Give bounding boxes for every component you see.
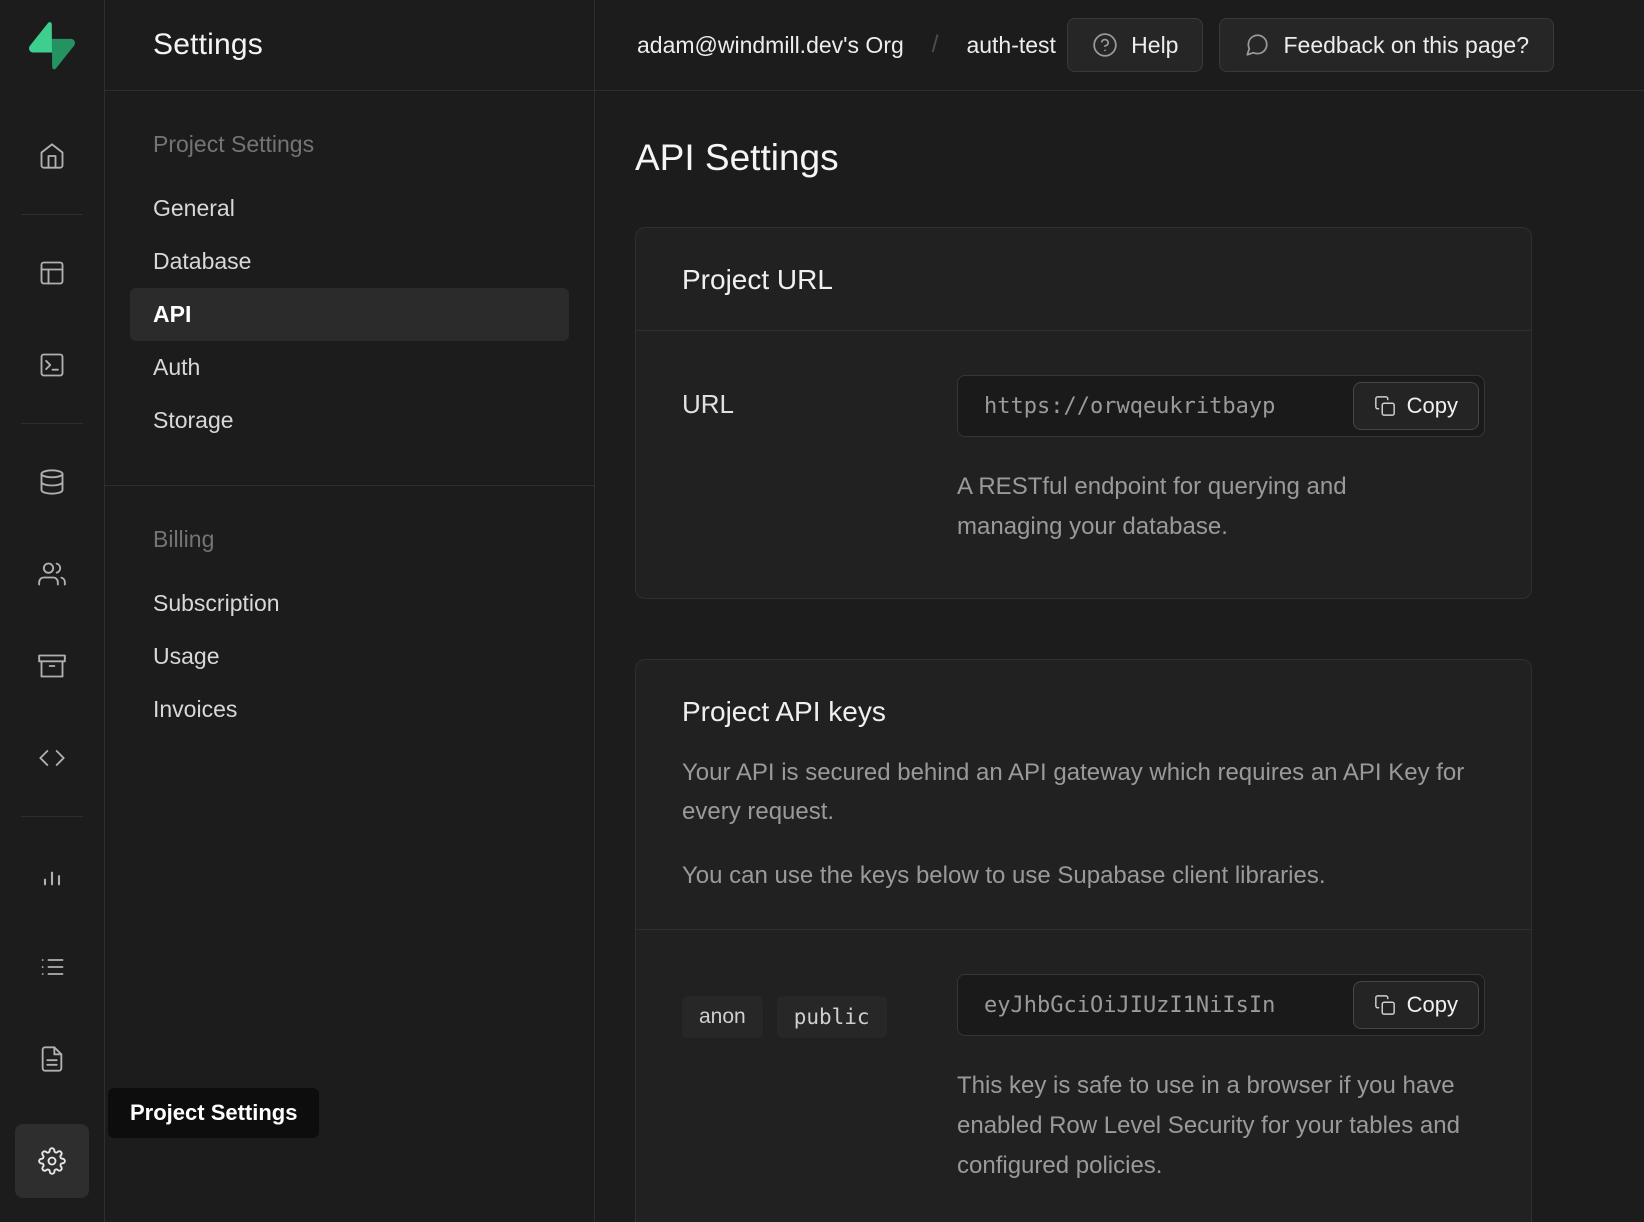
nav-section-project-settings: Project Settings General Database API Au… <box>130 131 569 447</box>
file-text-icon <box>38 1045 66 1073</box>
copy-anon-key-button[interactable]: Copy <box>1353 981 1479 1029</box>
breadcrumb-project[interactable]: auth-test <box>966 32 1056 59</box>
copy-anon-key-label: Copy <box>1407 992 1458 1018</box>
sql-editor-button[interactable] <box>23 336 81 394</box>
sidebar-title: Settings <box>153 28 263 62</box>
terminal-icon <box>38 351 66 379</box>
nav-section-label: Project Settings <box>130 131 569 158</box>
api-settings-content: API Settings Project URL URL https://orw… <box>595 91 1644 1222</box>
home-icon <box>38 142 66 170</box>
icon-rail <box>0 0 105 1222</box>
rail-divider <box>21 214 83 215</box>
project-url-value: https://orwqeukritbayp <box>984 394 1275 419</box>
supabase-logo[interactable] <box>29 22 75 70</box>
breadcrumb: adam@windmill.dev's Org / auth-test <box>637 31 1056 59</box>
project-url-card-title: Project URL <box>682 264 1485 296</box>
sidebar-item-database[interactable]: Database <box>130 235 569 288</box>
docs-button[interactable] <box>23 1030 81 1088</box>
anon-key-input[interactable]: eyJhbGciOiJIUzI1NiIsIn Copy <box>957 974 1485 1036</box>
copy-url-button[interactable]: Copy <box>1353 382 1479 430</box>
breadcrumb-org[interactable]: adam@windmill.dev's Org <box>637 32 904 59</box>
project-url-card-header: Project URL <box>636 228 1531 331</box>
users-icon <box>38 560 66 588</box>
settings-sidebar: Settings Project Settings General Databa… <box>105 0 595 1222</box>
auth-button[interactable] <box>23 545 81 603</box>
feedback-button[interactable]: Feedback on this page? <box>1219 18 1554 72</box>
rail-divider <box>21 423 83 424</box>
database-icon <box>38 468 66 496</box>
anon-key-badges: anon public <box>682 988 957 1038</box>
api-keys-card-body: anon public eyJhbGciOiJIUzI1NiIsIn <box>636 930 1531 1222</box>
sidebar-item-storage[interactable]: Storage <box>130 394 569 447</box>
url-label-col: URL <box>682 375 957 420</box>
anon-key-description: This key is safe to use in a browser if … <box>957 1066 1467 1185</box>
sidebar-header: Settings <box>105 0 594 91</box>
sidebar-item-api[interactable]: API <box>130 288 569 341</box>
url-field-row: URL https://orwqeukritbayp Copy <box>682 375 1485 546</box>
project-url-card-body: URL https://orwqeukritbayp Copy <box>636 331 1531 598</box>
sidebar-body: Project Settings General Database API Au… <box>105 91 594 736</box>
gear-icon <box>38 1147 66 1175</box>
table-editor-button[interactable] <box>23 244 81 302</box>
url-field-control: https://orwqeukritbayp Copy A RESTful en… <box>957 375 1485 546</box>
api-keys-description-1: Your API is secured behind an API gatewa… <box>682 754 1485 831</box>
project-url-card: Project URL URL https://orwqeukritbayp <box>635 227 1532 599</box>
logs-button[interactable] <box>23 938 81 996</box>
api-keys-description-2: You can use the keys below to use Supaba… <box>682 857 1485 895</box>
copy-icon <box>1374 994 1396 1016</box>
code-icon <box>38 744 66 772</box>
sidebar-item-invoices[interactable]: Invoices <box>130 683 569 736</box>
sidebar-section-divider <box>105 485 594 486</box>
main-column: adam@windmill.dev's Org / auth-test Help… <box>595 0 1644 1222</box>
table-icon <box>38 259 66 287</box>
project-url-input[interactable]: https://orwqeukritbayp Copy <box>957 375 1485 437</box>
reports-button[interactable] <box>23 846 81 904</box>
speech-bubble-icon <box>1244 32 1270 58</box>
home-button[interactable] <box>23 127 81 185</box>
breadcrumb-separator: / <box>932 31 939 59</box>
project-settings-tooltip: Project Settings <box>108 1088 319 1138</box>
topbar: adam@windmill.dev's Org / auth-test Help… <box>595 0 1644 91</box>
bar-chart-icon <box>38 861 66 889</box>
supabase-logo-icon <box>29 22 75 70</box>
url-field-label: URL <box>682 389 957 420</box>
help-circle-icon <box>1092 32 1118 58</box>
help-button[interactable]: Help <box>1067 18 1203 72</box>
anon-badge: anon <box>682 996 763 1038</box>
anon-key-label-col: anon public <box>682 974 957 1038</box>
topbar-actions: Help Feedback on this page? <box>1067 18 1554 72</box>
nav-section-billing: Billing Subscription Usage Invoices <box>130 526 569 736</box>
anon-key-row: anon public eyJhbGciOiJIUzI1NiIsIn <box>682 974 1485 1185</box>
api-keys-card: Project API keys Your API is secured beh… <box>635 659 1532 1222</box>
help-button-label: Help <box>1131 32 1178 59</box>
functions-button[interactable] <box>23 729 81 787</box>
storage-button[interactable] <box>23 637 81 695</box>
sidebar-item-subscription[interactable]: Subscription <box>130 577 569 630</box>
nav-section-label: Billing <box>130 526 569 553</box>
sidebar-item-auth[interactable]: Auth <box>130 341 569 394</box>
rail-divider <box>21 816 83 817</box>
feedback-button-label: Feedback on this page? <box>1283 32 1529 59</box>
api-keys-card-title: Project API keys <box>682 696 1485 728</box>
page-title: API Settings <box>635 137 1532 179</box>
storage-icon <box>38 652 66 680</box>
anon-key-control: eyJhbGciOiJIUzI1NiIsIn Copy This key is … <box>957 974 1485 1185</box>
copy-url-label: Copy <box>1407 393 1458 419</box>
copy-icon <box>1374 395 1396 417</box>
list-icon <box>38 953 66 981</box>
app-root: Project Settings Settings Project Settin… <box>0 0 1644 1222</box>
database-button[interactable] <box>23 453 81 511</box>
sidebar-item-usage[interactable]: Usage <box>130 630 569 683</box>
api-keys-card-header: Project API keys Your API is secured beh… <box>636 660 1531 930</box>
sidebar-item-general[interactable]: General <box>130 182 569 235</box>
anon-key-value: eyJhbGciOiJIUzI1NiIsIn <box>984 993 1275 1018</box>
project-url-description: A RESTful endpoint for querying and mana… <box>957 467 1437 546</box>
project-settings-button[interactable] <box>15 1124 89 1198</box>
public-badge: public <box>777 996 887 1038</box>
